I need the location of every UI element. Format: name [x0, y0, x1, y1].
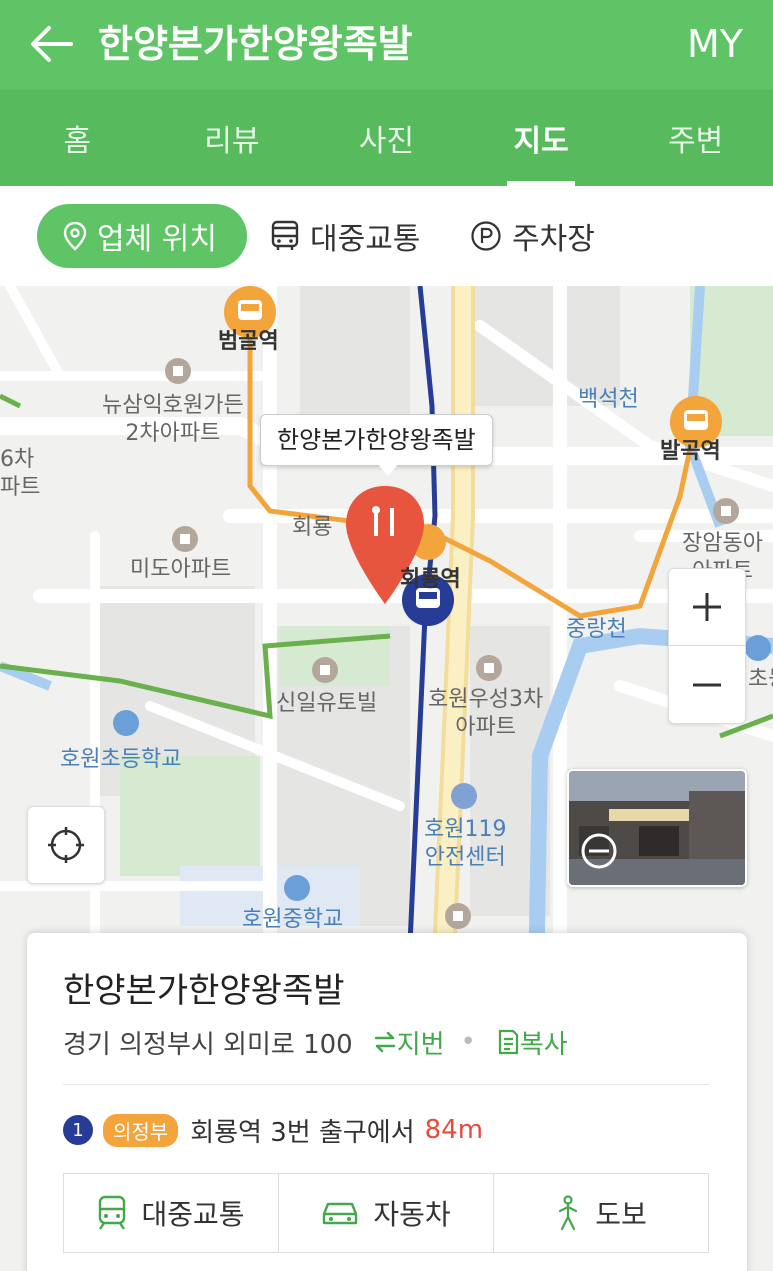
huiryong-area-label: 회룡: [292, 515, 333, 540]
car-directions-button[interactable]: 자동차: [279, 1174, 494, 1252]
address-row: 경기 의정부시 외미로 100 지번 • 복사: [63, 1024, 568, 1061]
howon-119-label: 호원119 안전센터: [424, 816, 506, 872]
howon-elementary-label: 호원초등학교: [60, 747, 182, 772]
my-location-button[interactable]: [27, 806, 105, 884]
right-edge-school-label: 초등: [748, 667, 773, 692]
howon-119-line2: 안전센터: [424, 845, 506, 870]
copy-label: 복사: [519, 1029, 568, 1060]
walk-directions-label: 도보: [595, 1198, 647, 1231]
howon-useong-line2: 아파트: [455, 715, 516, 740]
street-view-image: [569, 771, 745, 885]
tab-bar: 홈 리뷰 사진 지도 주변: [0, 90, 773, 186]
crosshair-icon: [48, 827, 84, 863]
baekseokcheon-label: 백석천: [578, 387, 639, 412]
howon-middle-school-label: 호원중학교: [242, 907, 344, 932]
app-header: 한양본가한양왕족발 MY: [0, 0, 773, 90]
newsam-apartment-label: 뉴삼익호원가든 2차아파트: [102, 392, 244, 448]
newsam-apartment-line1: 뉴삼익호원가든: [102, 393, 244, 418]
jibun-button[interactable]: 지번: [373, 1024, 445, 1061]
tab-review[interactable]: 리뷰: [155, 90, 310, 186]
train-icon: [99, 1195, 126, 1230]
balgok-station-label: 발곡역: [660, 439, 721, 464]
nearest-station-row: 1 의정부 회룡역 3번 출구에서 84m: [63, 1113, 484, 1148]
tab-nearby[interactable]: 주변: [618, 90, 773, 186]
apt6-line2: 파트: [0, 475, 41, 500]
howon-useong-line1: 호원우성3차: [428, 687, 544, 712]
transit-directions-label: 대중교통: [141, 1198, 245, 1231]
jibun-label: 지번: [396, 1029, 445, 1060]
public-transit-chip[interactable]: 대중교통: [270, 204, 420, 268]
transit-directions-button[interactable]: 대중교통: [64, 1174, 279, 1252]
bus-icon: [271, 220, 299, 250]
apt6-label: 6차 파트: [0, 446, 40, 502]
copy-icon: [498, 1029, 518, 1055]
station-exit-text: 회룡역 3번 출구에서: [190, 1117, 415, 1148]
minus-icon: [693, 683, 721, 686]
tab-photo[interactable]: 사진: [309, 90, 464, 186]
tab-home[interactable]: 홈: [0, 90, 155, 186]
branch-badge: 의정부: [103, 1113, 179, 1147]
tab-map[interactable]: 지도: [464, 90, 619, 186]
sinil-utovill-label: 신일유토빌: [276, 691, 378, 716]
business-location-chip[interactable]: 업체 위치: [37, 204, 247, 268]
location-pin-icon: [63, 221, 87, 251]
plus-icon: [693, 593, 721, 621]
beomgol-station-label: 범골역: [218, 329, 279, 354]
street-view-thumbnail[interactable]: [567, 769, 747, 887]
subway-line-badge: 1: [63, 1115, 93, 1145]
directions-buttons: 대중교통 자동차 도보: [63, 1173, 709, 1253]
callout-tip: [378, 464, 398, 476]
parking-icon: [471, 221, 501, 251]
car-icon: [323, 1202, 358, 1225]
place-info-card: 한양본가한양왕족발 경기 의정부시 외미로 100 지번 • 복사 1 의정부 …: [27, 933, 747, 1271]
business-location-label: 업체 위치: [97, 222, 217, 257]
back-button[interactable]: [22, 16, 78, 72]
swap-arrows-icon: [374, 1031, 395, 1053]
map-filter-bar: 업체 위치 대중교통 주차장: [0, 186, 773, 286]
page-title: 한양본가한양왕족발: [98, 22, 413, 66]
jungnangcheon-label: 중랑천: [566, 617, 627, 642]
distance-text: 84m: [424, 1115, 484, 1145]
parking-chip[interactable]: 주차장: [470, 204, 595, 268]
back-arrow-icon: [31, 26, 73, 62]
jangam-line1: 장암동아: [682, 531, 763, 556]
address-text: 경기 의정부시 외미로 100: [63, 1029, 353, 1060]
place-callout[interactable]: 한양본가한양왕족발: [260, 414, 493, 466]
card-divider: [63, 1084, 709, 1085]
parking-label: 주차장: [512, 222, 595, 257]
my-button[interactable]: MY: [687, 16, 743, 72]
zoom-out-button[interactable]: [668, 646, 746, 724]
apt6-line1: 6차: [0, 447, 35, 472]
copy-button[interactable]: 복사: [496, 1024, 568, 1061]
separator-dot: •: [460, 1027, 476, 1057]
car-directions-label: 자동차: [373, 1198, 451, 1231]
walking-person-icon: [559, 1195, 578, 1231]
public-transit-label: 대중교통: [310, 222, 421, 257]
mido-apartment-label: 미도아파트: [130, 557, 232, 582]
walk-directions-button[interactable]: 도보: [494, 1174, 708, 1252]
howon-119-line1: 호원119: [424, 817, 507, 842]
zoom-in-button[interactable]: [668, 568, 746, 646]
howon-useong-label: 호원우성3차 아파트: [428, 686, 543, 742]
huiryong-station-label: 회룡역: [400, 567, 461, 592]
place-name: 한양본가한양왕족발: [63, 971, 345, 1011]
newsam-apartment-line2: 2차아파트: [125, 421, 221, 446]
